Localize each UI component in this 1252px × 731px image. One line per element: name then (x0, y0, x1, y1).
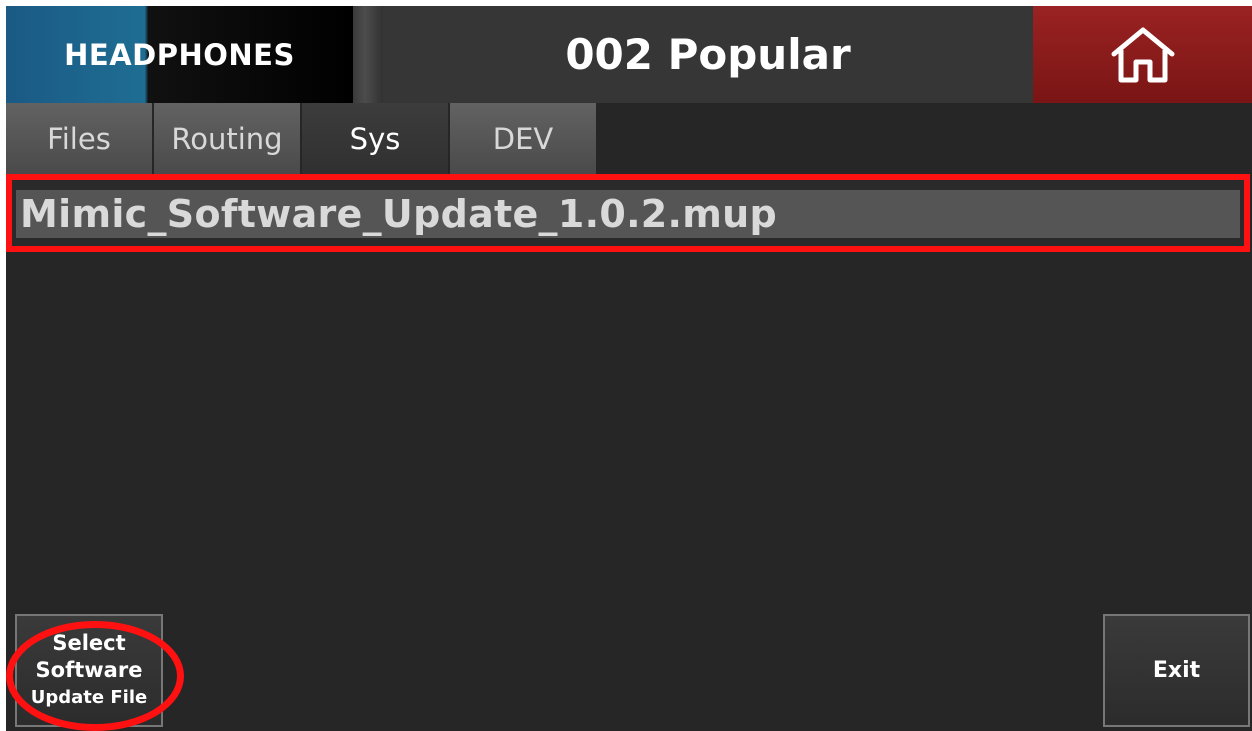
tab-dev[interactable]: DEV (450, 103, 596, 174)
home-icon (1111, 27, 1174, 82)
brand-label: HEADPHONES (64, 37, 295, 72)
select-button-line1: Select (52, 631, 126, 655)
home-button[interactable] (1033, 6, 1252, 103)
exit-button-label: Exit (1152, 658, 1201, 683)
tab-bar: Files Routing Sys DEV (6, 103, 598, 174)
select-button-line2: Software (35, 658, 143, 682)
tab-routing[interactable]: Routing (154, 103, 300, 174)
select-software-update-file-button[interactable]: Select Software Update File (15, 614, 163, 727)
select-button-line3: Update File (30, 687, 148, 708)
preset-title: 002 Popular (565, 30, 851, 79)
page-title: 002 Popular (383, 6, 1033, 103)
file-list-highlight: Mimic_Software_Update_1.0.2.mup (6, 174, 1250, 252)
tab-files[interactable]: Files (6, 103, 152, 174)
header-separator (353, 6, 383, 103)
tab-sys[interactable]: Sys (302, 103, 448, 174)
file-list-item[interactable]: Mimic_Software_Update_1.0.2.mup (16, 190, 1240, 238)
device-screen: HEADPHONES 002 Popular Files Routing Sys… (6, 6, 1252, 731)
exit-button[interactable]: Exit (1103, 614, 1250, 727)
output-headphones-label[interactable]: HEADPHONES (6, 6, 353, 103)
